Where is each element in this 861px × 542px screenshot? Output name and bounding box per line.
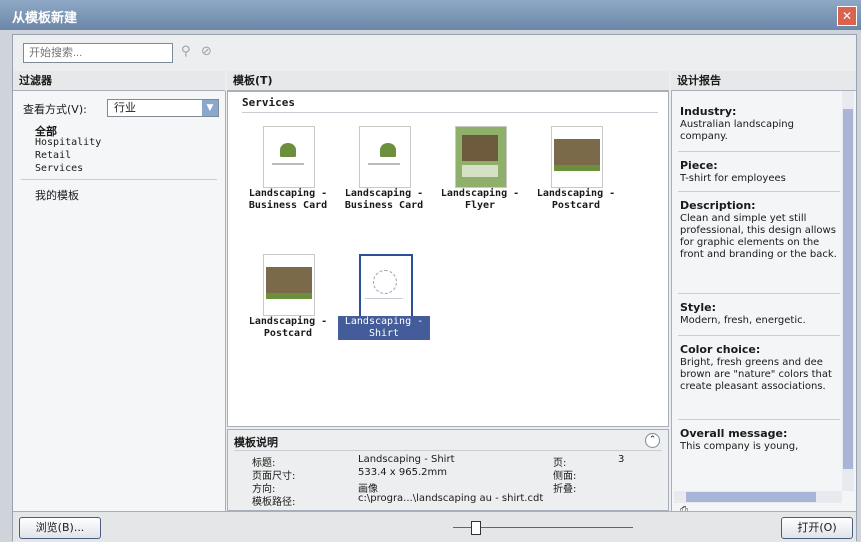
- report-header: 设计报告: [671, 71, 856, 91]
- design-report-panel: Industry: Australian landscaping company…: [671, 91, 856, 516]
- footer: 浏览(B)... 打开(O): [13, 511, 856, 542]
- window-title: 从模板新建: [12, 11, 78, 26]
- template-tile[interactable]: Landscaping - Postcard: [242, 254, 334, 370]
- template-tile[interactable]: Landscaping - Business Card: [338, 126, 430, 242]
- template-details-panel: 模板说明 ⌃ 标题: Landscaping - Shirt 页: 3 页面尺寸…: [227, 429, 669, 511]
- template-thumbnail: [263, 126, 315, 188]
- template-tile-selected[interactable]: Landscaping - Shirt: [338, 254, 430, 370]
- page-value: 3: [618, 454, 625, 465]
- report-section-body: Australian landscaping company.: [680, 119, 794, 142]
- path-label: 模板路径:: [252, 497, 296, 508]
- report-section-title: Piece:: [680, 159, 718, 172]
- template-tile[interactable]: Landscaping - Flyer: [434, 126, 526, 242]
- zoom-icon[interactable]: ⊘: [201, 44, 212, 59]
- scrollbar-thumb[interactable]: [843, 109, 853, 469]
- vertical-scrollbar[interactable]: [842, 91, 854, 491]
- filter-header: 过滤器: [13, 71, 225, 91]
- group-header: Services: [242, 96, 295, 109]
- report-section-title: Description:: [680, 199, 756, 212]
- open-button[interactable]: 打开(O): [781, 517, 853, 539]
- templates-header: 模板(T): [227, 71, 669, 91]
- template-tile[interactable]: Landscaping - Postcard: [530, 126, 622, 242]
- template-label: Landscaping - Flyer: [440, 188, 520, 211]
- divider: [678, 191, 840, 192]
- collapse-icon[interactable]: ⌃: [645, 433, 660, 448]
- divider: [678, 293, 840, 294]
- search-input[interactable]: [23, 43, 173, 63]
- details-header: 模板说明: [234, 436, 278, 449]
- view-by-dropdown[interactable]: 行业 ▼: [107, 99, 219, 117]
- divider: [21, 179, 217, 180]
- view-by-label: 查看方式(V):: [23, 103, 87, 116]
- report-section-body: Bright, fresh greens and dee brown are "…: [680, 357, 832, 392]
- template-thumbnail: [359, 126, 411, 188]
- filter-item-retail[interactable]: Retail: [35, 150, 71, 161]
- zoom-slider[interactable]: [453, 521, 633, 535]
- fold-label: 折叠:: [553, 484, 577, 495]
- close-button[interactable]: ✕: [837, 6, 857, 26]
- divider: [234, 450, 662, 451]
- template-tile[interactable]: Landscaping - Business Card: [242, 126, 334, 242]
- divider: [678, 151, 840, 152]
- divider: [678, 419, 840, 420]
- title-bar: 从模板新建 ✕: [0, 0, 861, 30]
- report-section-body: Modern, fresh, energetic.: [680, 315, 806, 326]
- template-thumbnail: [455, 126, 507, 188]
- browse-button[interactable]: 浏览(B)...: [19, 517, 101, 539]
- chevron-down-icon[interactable]: ▼: [202, 100, 218, 116]
- search-icon[interactable]: ⚲: [181, 44, 191, 59]
- size-value: 533.4 x 965.2mm: [358, 467, 448, 478]
- template-thumbnail: [551, 126, 603, 188]
- template-label: Landscaping - Business Card: [248, 188, 328, 211]
- divider: [678, 335, 840, 336]
- filter-panel: 查看方式(V): 行业 ▼ 全部 Hospitality Retail Serv…: [13, 91, 226, 511]
- divider: [242, 112, 658, 113]
- template-thumbnail: [263, 254, 315, 316]
- slider-thumb[interactable]: [471, 521, 481, 535]
- filter-item-hospitality[interactable]: Hospitality: [35, 137, 101, 148]
- report-section-title: Style:: [680, 301, 716, 314]
- report-section-title: Overall message:: [680, 427, 788, 440]
- report-section-body: This company is young,: [680, 441, 799, 452]
- filter-item-my-templates[interactable]: 我的模板: [35, 187, 79, 203]
- report-section-body: Clean and simple yet still professional,…: [680, 213, 837, 260]
- path-value: c:\progra...\landscaping au - shirt.cdt: [358, 493, 544, 504]
- horizontal-scrollbar[interactable]: [674, 491, 842, 503]
- template-label: Landscaping - Shirt: [338, 316, 430, 340]
- report-section-title: Color choice:: [680, 343, 761, 356]
- scrollbar-thumb[interactable]: [686, 492, 816, 502]
- template-label: Landscaping - Business Card: [344, 188, 424, 211]
- template-thumbnail: [359, 254, 413, 318]
- title-value: Landscaping - Shirt: [358, 454, 455, 465]
- template-grid: Services Landscaping - Business Card Land…: [227, 91, 669, 427]
- template-label: Landscaping - Postcard: [536, 188, 616, 211]
- dialog-body: ⚲ ⊘ 过滤器 模板(T) 设计报告 查看方式(V): 行业 ▼ 全部 Hosp…: [12, 34, 857, 542]
- template-label: Landscaping - Postcard: [248, 316, 328, 339]
- report-section-body: T-shirt for employees: [680, 173, 786, 184]
- view-by-value: 行业: [114, 101, 136, 114]
- report-section-title: Industry:: [680, 105, 737, 118]
- filter-item-services[interactable]: Services: [35, 163, 83, 174]
